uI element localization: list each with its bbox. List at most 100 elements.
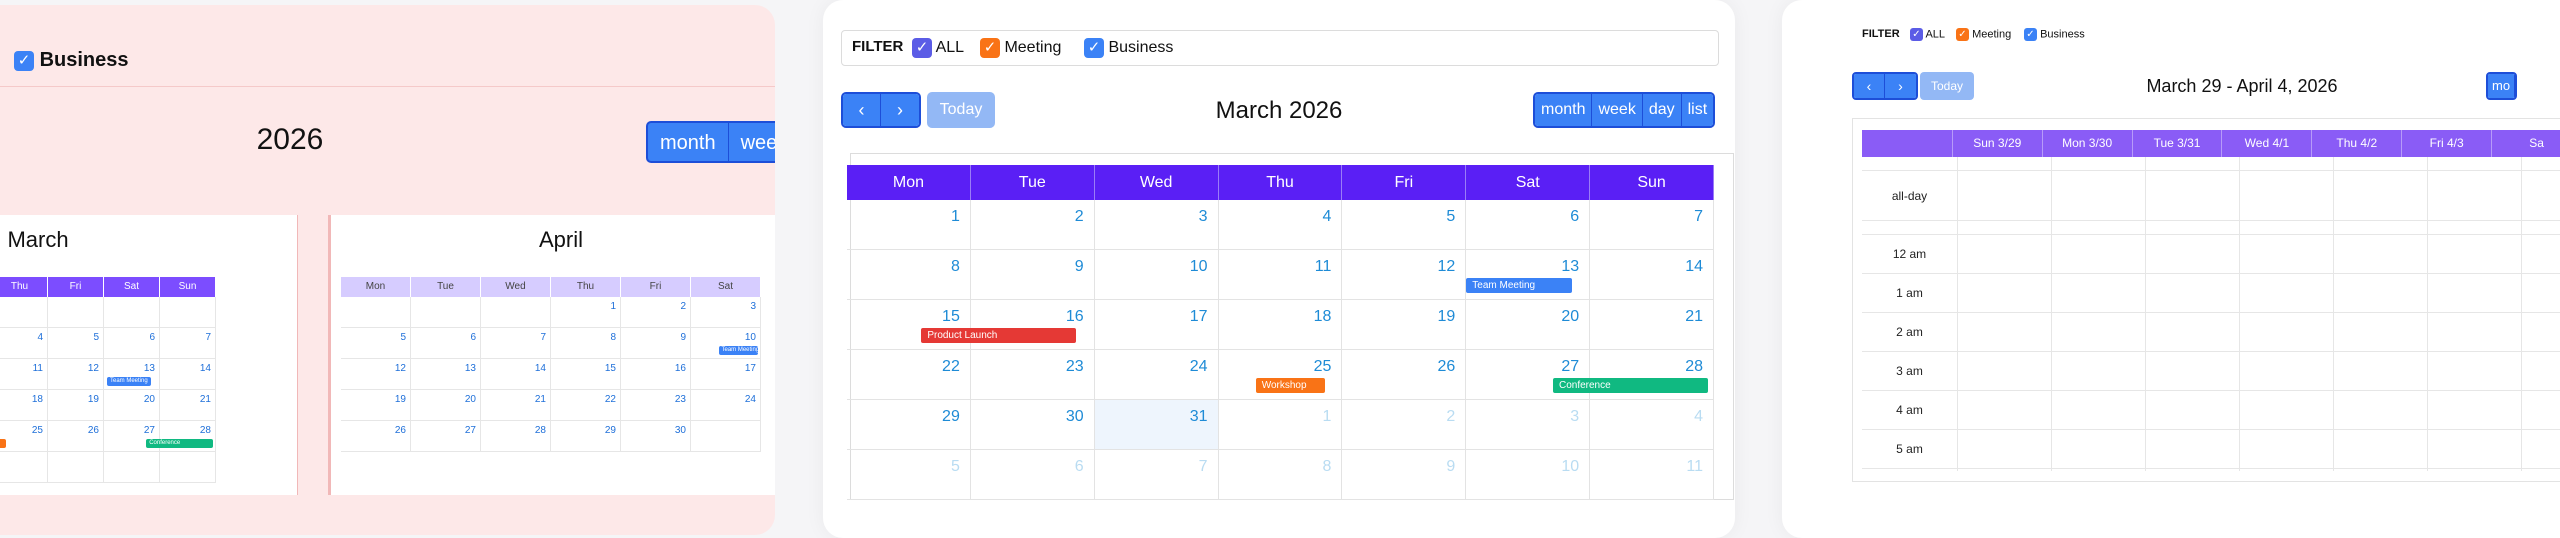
mini-day-cell[interactable]: 7 [481,328,551,359]
mini-day-cell[interactable]: 20 [104,390,160,421]
day-cell[interactable]: 3 [1094,200,1219,250]
mini-day-cell[interactable] [341,297,411,328]
mini-day-cell[interactable] [160,452,216,483]
checkbox-checked-icon[interactable]: ✓ [912,38,932,58]
mini-day-cell[interactable]: 26 [48,421,104,452]
day-cell[interactable]: 20 [1466,300,1591,350]
day-cell[interactable]: 5 [847,450,971,500]
day-cell[interactable]: 11 [1590,450,1714,500]
prev-chevron-icon[interactable]: ‹ [1854,74,1885,98]
view-list-button[interactable]: list [1681,94,1714,126]
mini-day-cell[interactable] [48,297,104,328]
mini-day-cell[interactable] [160,297,216,328]
day-cell[interactable]: 1 [1218,400,1343,450]
mini-day-cell[interactable]: 21 [481,390,551,421]
event-chip[interactable]: Team Meeting [1466,278,1572,293]
mini-day-cell[interactable]: 21 [160,390,216,421]
event-chip[interactable]: Product Launch [921,328,1077,343]
mini-day-cell[interactable]: 6 [104,328,160,359]
checkbox-checked-icon[interactable]: ✓ [1956,28,1969,41]
today-button[interactable]: Today [1920,72,1974,100]
day-cell[interactable]: 14 [1590,250,1714,300]
mini-day-cell[interactable]: 11 [0,359,48,390]
mini-day-cell[interactable]: 28 [481,421,551,452]
mini-day-cell[interactable]: 9 [621,328,691,359]
event-chip[interactable]: Conference [1552,378,1708,393]
mini-day-cell[interactable] [48,452,104,483]
checkbox-checked-icon[interactable]: ✓ [980,38,1000,58]
checkbox-checked-icon[interactable]: ✓ [14,50,34,71]
checkbox-checked-icon[interactable]: ✓ [2024,28,2037,41]
day-cell[interactable]: 2 [970,200,1095,250]
day-cell[interactable]: 9 [1342,450,1467,500]
day-cell[interactable]: 8 [1218,450,1343,500]
filter-all[interactable]: ✓ ALL [912,38,964,58]
mini-day-cell[interactable]: 13 [411,359,481,390]
mini-day-cell[interactable]: 19 [48,390,104,421]
day-cell[interactable]: 4 [1590,400,1714,450]
day-cell[interactable]: 1 [847,200,971,250]
day-cell[interactable]: 2 [1342,400,1467,450]
mini-day-cell[interactable]: 2 [621,297,691,328]
mini-day-cell[interactable]: 3 [691,297,761,328]
event-chip[interactable]: Conference [146,439,213,448]
checkbox-checked-icon[interactable]: ✓ [1084,38,1104,58]
mini-day-cell[interactable]: 7 [160,328,216,359]
mini-day-cell[interactable]: 6 [411,328,481,359]
filter-business[interactable]: ✓ Business [1084,38,1173,58]
view-month-button[interactable]: month [1535,94,1593,126]
mini-day-cell[interactable]: 29 [551,421,621,452]
checkbox-checked-icon[interactable]: ✓ [1910,28,1923,41]
mini-day-cell[interactable]: 30 [621,421,691,452]
day-cell[interactable]: 5 [1342,200,1467,250]
mini-day-cell[interactable] [691,421,761,452]
mini-day-cell[interactable]: 12 [341,359,411,390]
day-cell[interactable]: 26 [1342,350,1467,400]
day-cell[interactable]: 22 [847,350,971,400]
event-chip[interactable]: Workshop [1255,378,1326,393]
filter-business[interactable]: ✓ Business [14,49,129,72]
day-cell[interactable]: 6 [970,450,1095,500]
day-cell[interactable]: 11 [1218,250,1343,300]
day-cell[interactable]: 30 [970,400,1095,450]
mini-day-cell[interactable]: 20 [411,390,481,421]
day-cell[interactable]: 10 [1466,450,1591,500]
day-cell[interactable]: 24 [1094,350,1219,400]
mini-day-cell[interactable]: 18 [0,390,48,421]
mini-day-cell[interactable]: 14 [160,359,216,390]
day-cell[interactable]: 3 [1466,400,1591,450]
mini-day-cell[interactable] [481,297,551,328]
mini-day-cell[interactable]: 12 [48,359,104,390]
view-day-button[interactable]: day [1642,94,1682,126]
mini-day-cell[interactable]: 5 [48,328,104,359]
mini-day-cell[interactable] [0,297,48,328]
next-chevron-icon[interactable]: › [881,94,919,126]
mini-day-cell[interactable]: 24 [691,390,761,421]
day-cell[interactable]: 29 [847,400,971,450]
mini-day-cell[interactable]: 22 [551,390,621,421]
today-button[interactable]: Today [927,92,995,128]
filter-meeting[interactable]: ✓ Meeting [980,38,1061,58]
day-cell[interactable]: 8 [847,250,971,300]
next-chevron-icon[interactable]: › [1885,74,1916,98]
day-cell[interactable]: 21 [1590,300,1714,350]
mini-day-cell[interactable]: 4 [0,328,48,359]
mini-day-cell[interactable]: 14 [481,359,551,390]
mini-day-cell[interactable] [0,452,48,483]
mini-day-cell[interactable] [411,297,481,328]
filter-business[interactable]: ✓ Business [2024,28,2085,41]
mini-day-cell[interactable]: 17 [691,359,761,390]
day-cell[interactable]: 12 [1342,250,1467,300]
mini-day-cell[interactable]: 26 [341,421,411,452]
day-cell[interactable]: 19 [1342,300,1467,350]
view-month-button[interactable]: mo [2488,74,2516,98]
mini-day-cell[interactable]: 16 [621,359,691,390]
day-cell[interactable]: 17 [1094,300,1219,350]
day-cell[interactable]: 4 [1218,200,1343,250]
day-cell[interactable]: 18 [1218,300,1343,350]
filter-all[interactable]: ✓ ALL [1910,28,1945,41]
mini-day-cell[interactable]: 25 [0,421,48,452]
event-chip[interactable]: Workshop [0,439,6,448]
day-cell[interactable]: 31 [1094,400,1219,450]
view-week-button[interactable]: week [1592,94,1643,126]
